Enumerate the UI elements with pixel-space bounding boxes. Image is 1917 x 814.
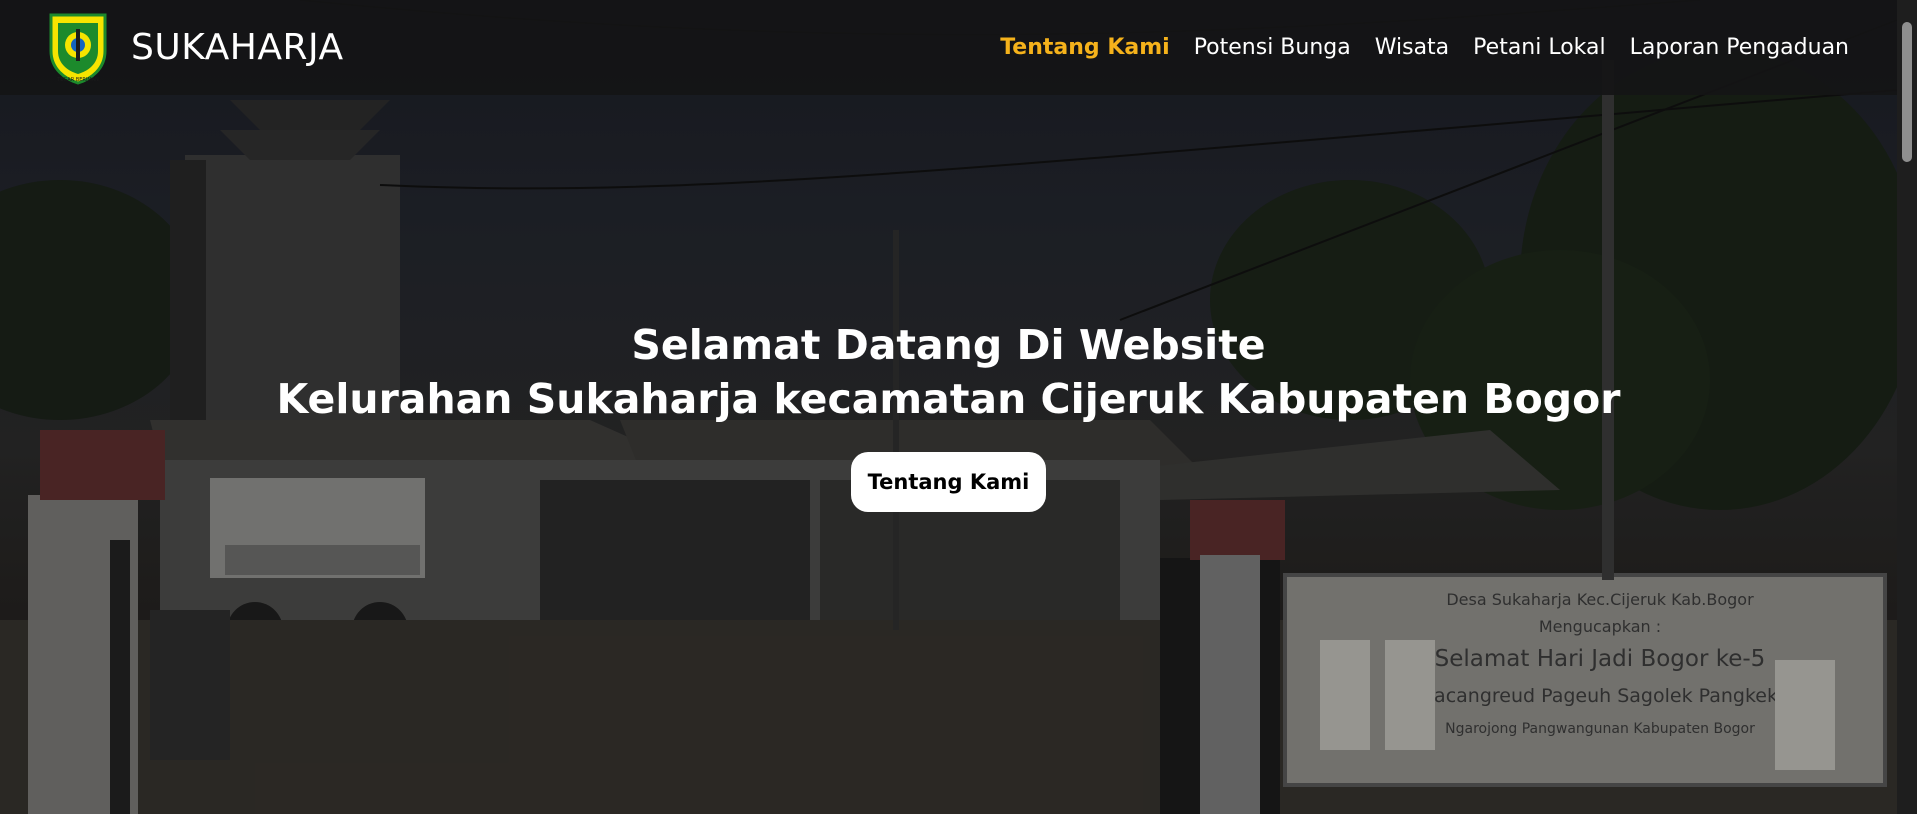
hero-title-line-2: Kelurahan Sukaharja kecamatan Cijeruk Ka… <box>276 375 1621 423</box>
scrollbar-thumb[interactable] <box>1902 22 1912 162</box>
nav-link-laporan-pengaduan[interactable]: Laporan Pengaduan <box>1630 35 1849 60</box>
nav-links: Tentang Kami Potensi Bunga Wisata Petani… <box>1000 35 1849 60</box>
brand[interactable]: TEGAR BERIMAN SUKAHARJA <box>47 11 344 85</box>
bogor-regency-emblem-icon: TEGAR BERIMAN <box>49 13 107 85</box>
nav-link-tentang-kami[interactable]: Tentang Kami <box>1000 35 1169 60</box>
tentang-kami-button[interactable]: Tentang Kami <box>850 452 1047 512</box>
hero-title-line-1: Selamat Datang Di Website <box>631 321 1266 369</box>
hero-title: Selamat Datang Di Website Kelurahan Suka… <box>276 318 1620 426</box>
nav-link-wisata[interactable]: Wisata <box>1375 35 1449 60</box>
top-navbar: TEGAR BERIMAN SUKAHARJA Tentang Kami Pot… <box>0 0 1897 95</box>
logo-motto: TEGAR BERIMAN <box>56 77 99 83</box>
nav-link-petani-lokal[interactable]: Petani Lokal <box>1473 35 1605 60</box>
hero-section: Selamat Datang Di Website Kelurahan Suka… <box>0 0 1897 814</box>
nav-link-potensi-bunga[interactable]: Potensi Bunga <box>1194 35 1351 60</box>
page-scrollbar[interactable] <box>1897 0 1917 814</box>
brand-name: SUKAHARJA <box>131 27 344 68</box>
